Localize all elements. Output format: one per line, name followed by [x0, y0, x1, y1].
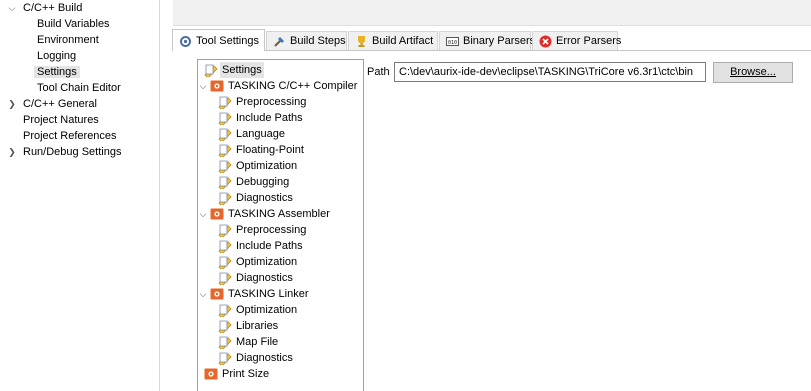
- trophy-icon: [358, 36, 365, 47]
- tab-label: Binary Parsers: [463, 35, 536, 47]
- chevron-down-icon[interactable]: ⌵: [7, 0, 17, 16]
- page-icon: [218, 304, 232, 317]
- nav-item-logging[interactable]: Logging: [37, 48, 76, 64]
- nav-item-tool-chain-editor[interactable]: Tool Chain Editor: [37, 80, 121, 96]
- tree-item-label: Settings: [220, 62, 264, 78]
- chevron-right-icon[interactable]: ❯: [7, 144, 17, 160]
- tree-item-label: TASKING C/C++ Compiler: [228, 80, 358, 92]
- tree-item-label: TASKING Assembler: [228, 208, 330, 220]
- properties-page: ⌵ C/C++ Build Build Variables Environmen…: [0, 0, 811, 391]
- tree-item-label: Optimization: [236, 304, 298, 316]
- tree-item-assembler[interactable]: ⌵ TASKING Assembler: [198, 206, 363, 222]
- tree-item-label: Diagnostics: [236, 272, 293, 284]
- page-icon: [218, 320, 232, 333]
- page-icon: [218, 272, 232, 285]
- nav-item-label: Environment: [37, 34, 99, 46]
- error-icon: [539, 35, 552, 48]
- tool-icon: [204, 368, 218, 380]
- tool-icon: [210, 288, 224, 300]
- page-icon: [218, 192, 232, 205]
- tree-item-compiler[interactable]: ⌵ TASKING C/C++ Compiler: [198, 78, 363, 94]
- tree-item-label: Optimization: [236, 160, 298, 172]
- page-icon: [218, 160, 232, 173]
- page-icon: [218, 176, 232, 189]
- chevron-right-icon[interactable]: ❯: [7, 96, 17, 112]
- nav-item-label: Project References: [23, 130, 117, 142]
- page-icon: [218, 336, 232, 349]
- tool-settings-tree: Settings ⌵ TASKING C/C++ Compiler Prepro…: [197, 59, 364, 391]
- tree-item-linker[interactable]: ⌵ TASKING Linker: [198, 286, 363, 302]
- page-icon: [218, 144, 232, 157]
- page-icon: [218, 352, 232, 365]
- page-icon: [204, 64, 218, 77]
- chevron-down-icon[interactable]: ⌵: [198, 78, 208, 94]
- page-icon: [218, 224, 232, 237]
- nav-item-label: Run/Debug Settings: [23, 146, 122, 158]
- tree-item-label: Floating-Point: [236, 144, 304, 156]
- tool-icon: [210, 208, 224, 220]
- tab-build-artifact[interactable]: Build Artifact: [348, 31, 438, 50]
- tree-item-label: Preprocessing: [236, 96, 307, 108]
- page-icon: [218, 128, 232, 141]
- page-icon: [218, 256, 232, 269]
- page-icon: [218, 96, 232, 109]
- property-category-tree: ⌵ C/C++ Build Build Variables Environmen…: [0, 0, 160, 391]
- tree-item-label: Include Paths: [236, 112, 303, 124]
- gear-tool-icon: [180, 36, 191, 47]
- tab-label: Tool Settings: [196, 35, 259, 47]
- header-band: [173, 0, 811, 26]
- nav-item-label: C/C++ General: [23, 98, 97, 110]
- nav-item-settings[interactable]: Settings: [34, 64, 80, 80]
- nav-item-environment[interactable]: Environment: [37, 32, 99, 48]
- page-icon: [218, 240, 232, 253]
- tree-item-label: Diagnostics: [236, 352, 293, 364]
- tree-item-label: Print Size: [222, 368, 270, 380]
- tab-label: Build Steps: [290, 35, 346, 47]
- nav-item-label: Tool Chain Editor: [37, 82, 121, 94]
- nav-item-project-references[interactable]: Project References: [23, 128, 117, 144]
- build-steps-icon: [274, 37, 284, 47]
- tool-icon: [210, 80, 224, 92]
- tab-error-parsers[interactable]: Error Parsers: [532, 31, 622, 50]
- tree-item-label: Language: [236, 128, 285, 140]
- nav-item-project-natures[interactable]: Project Natures: [23, 112, 99, 128]
- path-label: Path: [367, 66, 390, 78]
- tree-item-label: Preprocessing: [236, 224, 307, 236]
- binary-icon: 010: [446, 37, 459, 46]
- tree-item-label: Debugging: [236, 176, 290, 188]
- tree-item-label: Optimization: [236, 256, 298, 268]
- page-icon: [218, 112, 232, 125]
- nav-item-build-variables[interactable]: Build Variables: [37, 16, 110, 32]
- chevron-down-icon[interactable]: ⌵: [198, 286, 208, 302]
- tab-label: Error Parsers: [556, 35, 622, 47]
- tree-item-label: Map File: [236, 336, 279, 348]
- tree-item-label: TASKING Linker: [228, 288, 309, 300]
- tab-build-steps[interactable]: Build Steps: [266, 31, 347, 50]
- nav-item-label: Project Natures: [23, 114, 99, 126]
- path-input[interactable]: [394, 62, 706, 82]
- nav-item-label: C/C++ Build: [23, 2, 83, 14]
- tree-item-label: Libraries: [236, 320, 279, 332]
- tree-item-label: Diagnostics: [236, 192, 293, 204]
- svg-text:010: 010: [448, 40, 457, 46]
- tab-divider: [172, 50, 811, 51]
- tree-item-label: Include Paths: [236, 240, 303, 252]
- chevron-down-icon[interactable]: ⌵: [198, 206, 208, 222]
- tab-label: Build Artifact: [372, 35, 434, 47]
- nav-item-label: Build Variables: [37, 18, 110, 30]
- tab-binary-parsers[interactable]: 010 Binary Parsers: [439, 31, 535, 50]
- tab-tool-settings[interactable]: Tool Settings: [172, 29, 265, 51]
- nav-item-label: Logging: [37, 50, 77, 62]
- nav-item-label: Settings: [34, 66, 80, 78]
- browse-button[interactable]: Browse...: [713, 62, 793, 83]
